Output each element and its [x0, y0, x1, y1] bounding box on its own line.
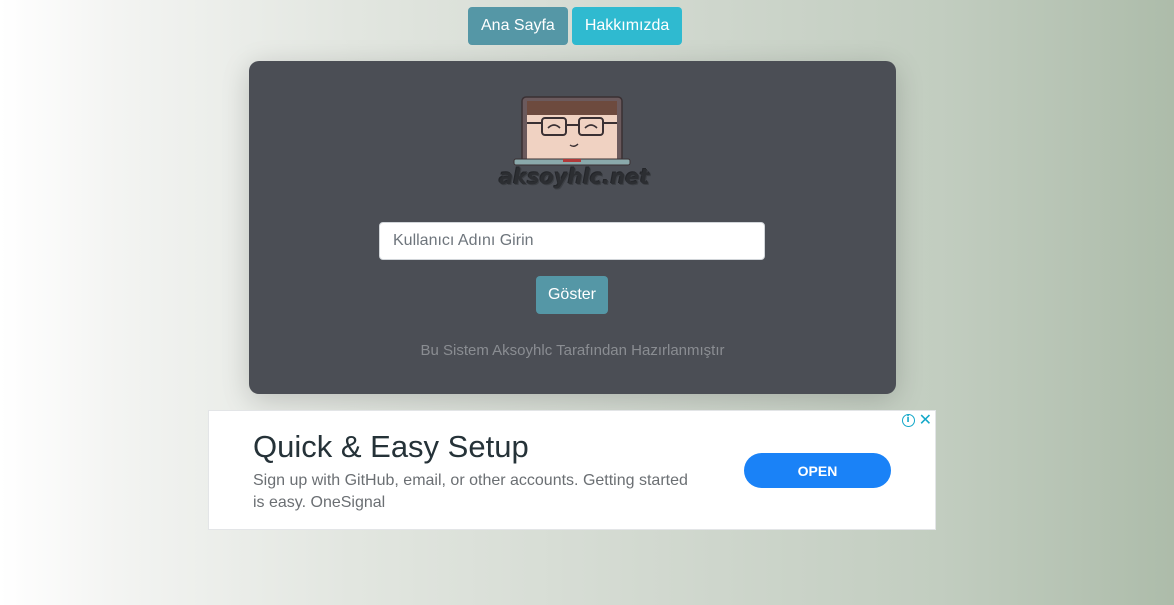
ad-banner[interactable]: i ✕ Quick & Easy Setup Sign up with GitH… — [208, 410, 936, 530]
ad-open-button[interactable]: OPEN — [744, 453, 891, 488]
ad-controls: i ✕ — [901, 412, 932, 428]
ad-title: Quick & Easy Setup — [253, 429, 529, 464]
top-nav: Ana Sayfa Hakkımızda — [468, 7, 683, 45]
about-button[interactable]: Hakkımızda — [571, 7, 683, 45]
ad-info-icon[interactable]: i — [901, 413, 915, 427]
site-logo: aksoyhlc.net — [499, 95, 650, 195]
logo-wordmark: aksoyhlc.net — [499, 165, 650, 189]
footer-note: Bu Sistem Aksoyhlc Tarafından Hazırlanmı… — [420, 342, 725, 359]
ad-close-icon[interactable]: ✕ — [919, 412, 932, 428]
show-button[interactable]: Göster — [536, 276, 608, 314]
login-card: aksoyhlc.net Göster Bu Sistem Aksoyhlc T… — [249, 61, 896, 394]
username-input[interactable] — [379, 222, 765, 260]
ad-body: Sign up with GitHub, email, or other acc… — [253, 472, 688, 511]
home-button[interactable]: Ana Sayfa — [468, 7, 568, 45]
